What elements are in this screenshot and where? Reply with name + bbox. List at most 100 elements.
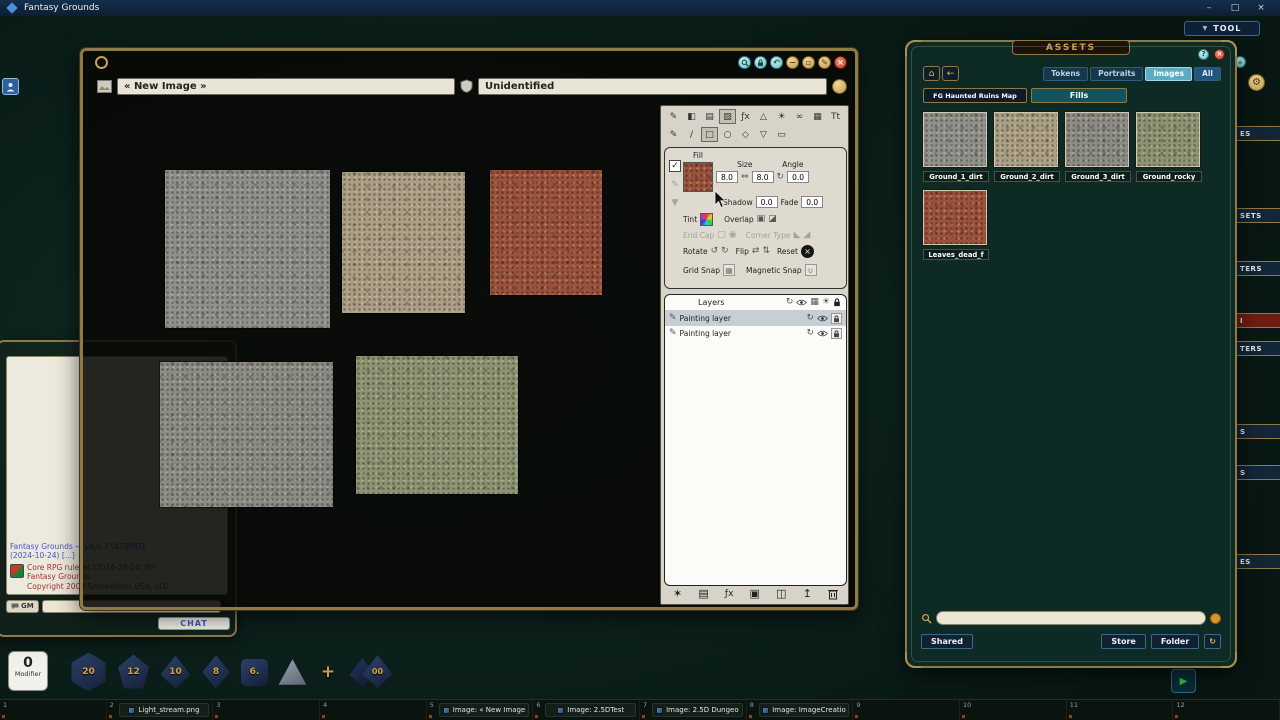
undo-button[interactable]: ↶ — [770, 56, 783, 69]
image-title-field[interactable] — [117, 78, 455, 95]
gear-icon[interactable]: ⚙ — [1248, 74, 1265, 91]
grid-tool[interactable]: ▦ — [809, 109, 826, 124]
hotkey-slot[interactable]: 5Image: « New Image — [427, 700, 534, 720]
rotate-cw-icon[interactable]: ↻ — [721, 247, 729, 256]
tab-tokens[interactable]: Tokens — [1043, 67, 1088, 81]
texture-stamp[interactable] — [165, 170, 330, 328]
refresh-button[interactable]: ↻ — [1204, 634, 1221, 649]
size-height-input[interactable] — [752, 171, 774, 183]
die-d10[interactable]: 10 — [160, 656, 191, 689]
edge-tab[interactable]: ES — [1234, 554, 1280, 569]
die-d12[interactable]: 12 — [117, 655, 150, 690]
asset-thumbnail[interactable] — [923, 112, 987, 167]
edge-tab[interactable]: ES — [1234, 126, 1280, 141]
die-d4[interactable] — [278, 659, 307, 686]
mask-tool[interactable]: ◧ — [683, 109, 700, 124]
close-editor-button[interactable]: × — [834, 56, 847, 69]
angle-input[interactable] — [787, 171, 809, 183]
stamp-icon[interactable]: ▼ — [672, 199, 679, 208]
layer-row[interactable]: ✎ Painting layer ↻ — [665, 326, 846, 341]
angle-rotate-icon[interactable]: ↻ — [777, 173, 785, 182]
minimize-button[interactable]: – — [1196, 3, 1222, 13]
sidebar-toggle-button[interactable] — [2, 78, 19, 95]
asset-thumbnail[interactable] — [994, 112, 1058, 167]
speaker-identity-chip[interactable]: GM — [6, 600, 39, 613]
picker-icon[interactable]: ✎ — [671, 181, 679, 190]
layer-visibility-icon[interactable] — [817, 315, 828, 322]
texture-stamp[interactable] — [490, 170, 602, 295]
hotkey-slot[interactable]: 8Image: ImageCreatio — [747, 700, 854, 720]
edge-tab[interactable]: SETS — [1234, 208, 1280, 223]
edge-tab[interactable]: I — [1234, 313, 1280, 328]
overlap-mode-b-icon[interactable]: ◪ — [768, 215, 777, 224]
draw-tool[interactable]: ✎ — [665, 109, 682, 124]
die-d100[interactable]: 00 — [349, 655, 395, 689]
effects-tool[interactable]: ƒx — [737, 109, 754, 124]
identity-field[interactable] — [478, 78, 827, 95]
store-button[interactable]: Store — [1101, 634, 1145, 649]
lock-button[interactable] — [754, 56, 767, 69]
hotkey-slot[interactable]: 3 — [213, 700, 320, 720]
layer-row[interactable]: ✎ Painting layer ↻ — [665, 311, 846, 326]
layers-grid-icon[interactable]: ▦ — [810, 298, 819, 307]
tab-portraits[interactable]: Portraits — [1090, 67, 1143, 81]
category-fills-button[interactable]: Fills — [1031, 88, 1127, 103]
texture-stamp[interactable] — [356, 356, 518, 494]
add-layer-icon[interactable]: ▤ — [698, 587, 708, 600]
maximize-button[interactable]: □ — [1222, 3, 1248, 13]
pencil-tool[interactable]: ✎ — [665, 127, 682, 142]
layer-lock-button[interactable] — [831, 328, 842, 339]
rectangle-tool[interactable]: □ — [701, 127, 718, 142]
back-button[interactable]: ← — [942, 66, 959, 81]
die-d8[interactable]: 8 — [201, 656, 231, 689]
shared-button[interactable]: Shared — [921, 634, 973, 649]
polygon-tool[interactable]: ◇ — [737, 127, 754, 142]
close-button[interactable]: × — [1248, 3, 1274, 13]
layers-link-icon[interactable]: ↻ — [786, 298, 794, 307]
modifier-box[interactable]: 0 Modifier — [8, 651, 48, 691]
lock-icon[interactable] — [833, 298, 841, 307]
help-button[interactable]: ? — [1198, 49, 1209, 60]
hotkey-slot[interactable]: 2Light_stream.png — [107, 700, 214, 720]
module-filter-button[interactable]: FG Haunted Ruins Map — [923, 88, 1027, 103]
asset-thumbnail[interactable] — [923, 190, 987, 245]
layer-visibility-icon[interactable] — [817, 330, 828, 337]
tab-images[interactable]: Images — [1145, 67, 1192, 81]
hotkey-slot[interactable]: 4 — [320, 700, 427, 720]
fill-enabled-checkbox[interactable]: ✓ — [669, 160, 681, 172]
edge-tab[interactable]: S — [1234, 465, 1280, 480]
texture-stamp[interactable] — [342, 172, 465, 313]
tint-color-swatch[interactable] — [700, 213, 713, 226]
hotkey-slot[interactable]: 1 — [0, 700, 107, 720]
cone-tool[interactable]: ▽ — [755, 127, 772, 142]
brush-tool[interactable]: ▨ — [719, 109, 736, 124]
edge-tab[interactable]: S — [1234, 424, 1280, 439]
assets-title-tab[interactable]: ASSETS — [1012, 40, 1130, 55]
overlap-mode-a-icon[interactable]: ▣ — [757, 215, 766, 224]
edge-tab[interactable]: TERS — [1234, 341, 1280, 356]
hotkey-slot[interactable]: 9 — [853, 700, 960, 720]
chat-button[interactable]: CHAT — [158, 617, 230, 630]
radial-menu-button[interactable] — [832, 79, 847, 94]
link-tool[interactable]: ∞ — [791, 109, 808, 124]
die-d20[interactable]: 20 — [70, 653, 107, 692]
flip-vertical-icon[interactable]: ⇅ — [762, 247, 770, 256]
hotkey-slot[interactable]: 7Image: 2.5D Dungeo — [640, 700, 747, 720]
line-tool[interactable]: ∕ — [683, 127, 700, 142]
ellipse-tool[interactable]: ○ — [719, 127, 736, 142]
shade-window-button[interactable]: ▫ — [802, 56, 815, 69]
fill-swatch[interactable] — [683, 162, 713, 192]
roll-plus-button[interactable]: + — [317, 662, 339, 682]
edge-tab[interactable]: TERS — [1234, 261, 1280, 276]
hotkey-slot[interactable]: 6Image: 2.5DTest — [533, 700, 640, 720]
shapes-tool[interactable]: △ — [755, 109, 772, 124]
zoom-button[interactable] — [738, 56, 751, 69]
layer-link-icon[interactable]: ↻ — [806, 329, 814, 338]
home-button[interactable]: ⌂ — [923, 66, 940, 81]
asset-thumbnail[interactable] — [1065, 112, 1129, 167]
magnetic-snap-toggle[interactable]: ∪ — [805, 264, 817, 276]
export-icon[interactable]: ↥ — [803, 587, 812, 600]
flip-horizontal-icon[interactable]: ⇄ — [752, 247, 760, 256]
magic-wand-icon[interactable]: ✶ — [673, 587, 682, 600]
size-width-input[interactable] — [716, 171, 738, 183]
